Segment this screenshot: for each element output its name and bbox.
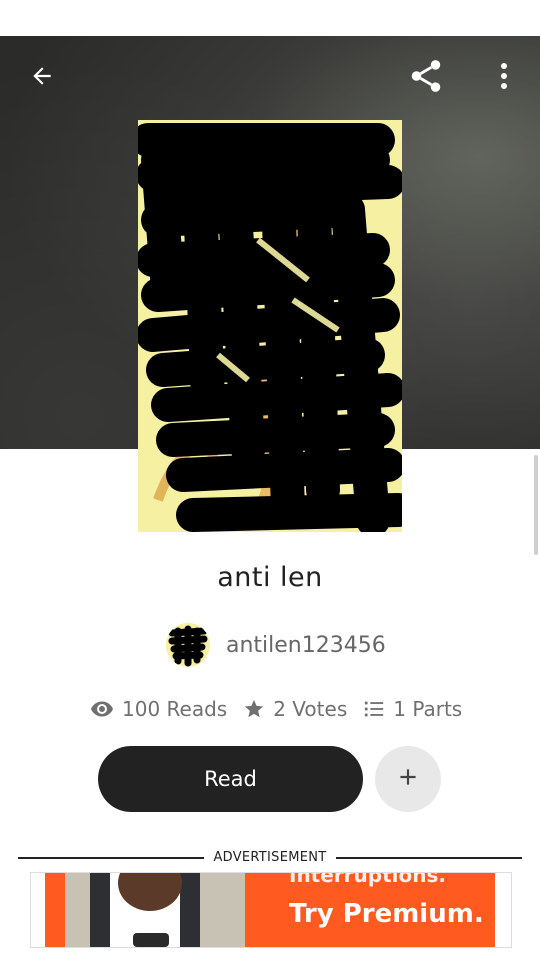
ad-divider: ADVERTISEMENT bbox=[18, 848, 522, 868]
divider-line-right bbox=[336, 857, 522, 859]
parts-stat: 1 Parts bbox=[363, 697, 462, 721]
parts-count: 1 Parts bbox=[393, 697, 463, 721]
read-button[interactable]: Read bbox=[98, 746, 363, 812]
share-icon bbox=[407, 57, 445, 99]
star-icon bbox=[243, 698, 265, 720]
votes-count: 2 Votes bbox=[273, 697, 348, 721]
list-icon bbox=[363, 698, 385, 720]
eye-icon bbox=[90, 697, 114, 721]
add-to-library-button[interactable] bbox=[375, 746, 441, 812]
arrow-back-icon bbox=[29, 63, 55, 93]
more-options-button[interactable] bbox=[480, 54, 528, 102]
author-row[interactable]: antilen123456 bbox=[166, 622, 386, 668]
ad-frame[interactable]: Interruptions. Try Premium. bbox=[30, 872, 512, 948]
status-bar bbox=[0, 0, 540, 36]
reads-stat: 100 Reads bbox=[90, 697, 227, 721]
votes-stat: 2 Votes bbox=[243, 697, 347, 721]
more-vert-icon bbox=[499, 62, 509, 94]
back-button[interactable] bbox=[18, 54, 66, 102]
divider-line-left bbox=[18, 857, 204, 859]
scrollbar[interactable] bbox=[534, 455, 538, 555]
plus-icon bbox=[395, 764, 421, 794]
share-button[interactable] bbox=[402, 54, 450, 102]
story-title: anti len bbox=[217, 562, 323, 593]
ad-banner[interactable]: Interruptions. Try Premium. bbox=[45, 873, 495, 947]
ad-headline: Interruptions. bbox=[289, 873, 446, 887]
author-avatar[interactable] bbox=[166, 623, 210, 667]
story-stats: 100 Reads 2 Votes 1 Parts bbox=[90, 692, 478, 726]
author-username[interactable]: antilen123456 bbox=[226, 633, 386, 658]
story-cover[interactable] bbox=[138, 120, 402, 532]
reads-count: 100 Reads bbox=[122, 697, 228, 721]
advertisement-label: ADVERTISEMENT bbox=[213, 850, 327, 865]
ad-cta[interactable]: Try Premium. bbox=[289, 899, 484, 929]
